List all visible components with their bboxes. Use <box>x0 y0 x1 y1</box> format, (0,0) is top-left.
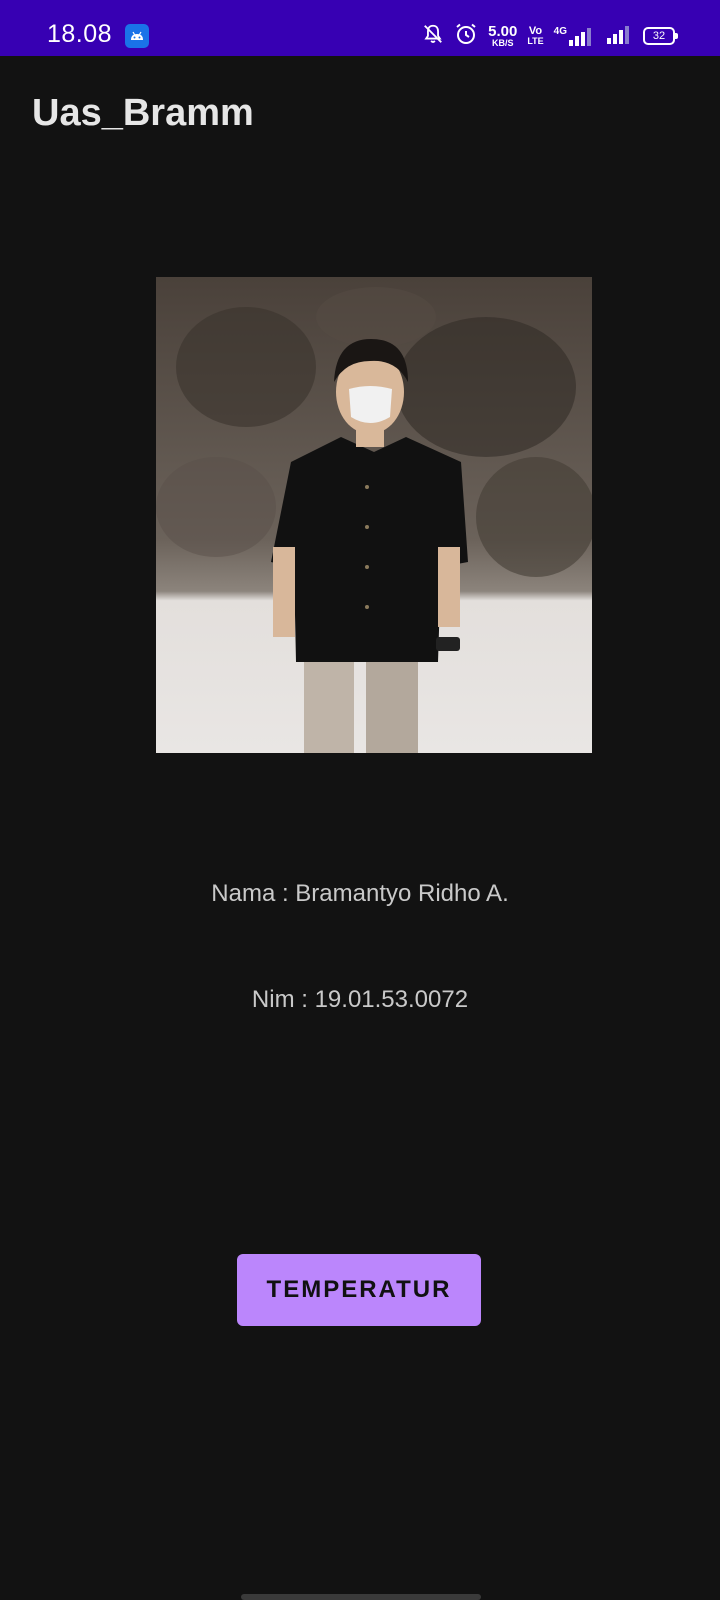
notifications-off-icon <box>422 23 444 50</box>
home-indicator[interactable] <box>241 1594 481 1600</box>
profile-photo <box>156 277 592 753</box>
android-icon <box>125 24 149 48</box>
status-icons: 5.00 KB/S Vo LTE 4G 32 <box>422 20 678 52</box>
app-title: Uas_Bramm <box>32 92 254 134</box>
alarm-icon <box>454 22 478 51</box>
name-label: Nama : Bramantyo Ridho A. <box>211 880 509 907</box>
network-speed-unit: KB/S <box>491 38 514 48</box>
status-time: 18.08 <box>47 20 113 48</box>
temperatur-button[interactable]: TEMPERATUR <box>237 1254 481 1326</box>
network-type-label: 4G <box>553 26 567 37</box>
network-speed-value: 5.00 <box>488 23 518 40</box>
signal-icon-sim1: 4G <box>554 26 597 46</box>
network-speed: 5.00 KB/S <box>488 24 517 48</box>
volte-indicator: Vo LTE <box>527 26 543 46</box>
status-bar: 18.08 5.00 KB/S Vo LTE 4G 32 <box>0 0 720 56</box>
signal-icon-sim2 <box>607 24 633 49</box>
battery-level: 32 <box>652 30 666 42</box>
nim-label: Nim : 19.01.53.0072 <box>251 986 469 1013</box>
battery-icon: 32 <box>643 27 678 45</box>
volte-bottom: LTE <box>527 36 544 46</box>
